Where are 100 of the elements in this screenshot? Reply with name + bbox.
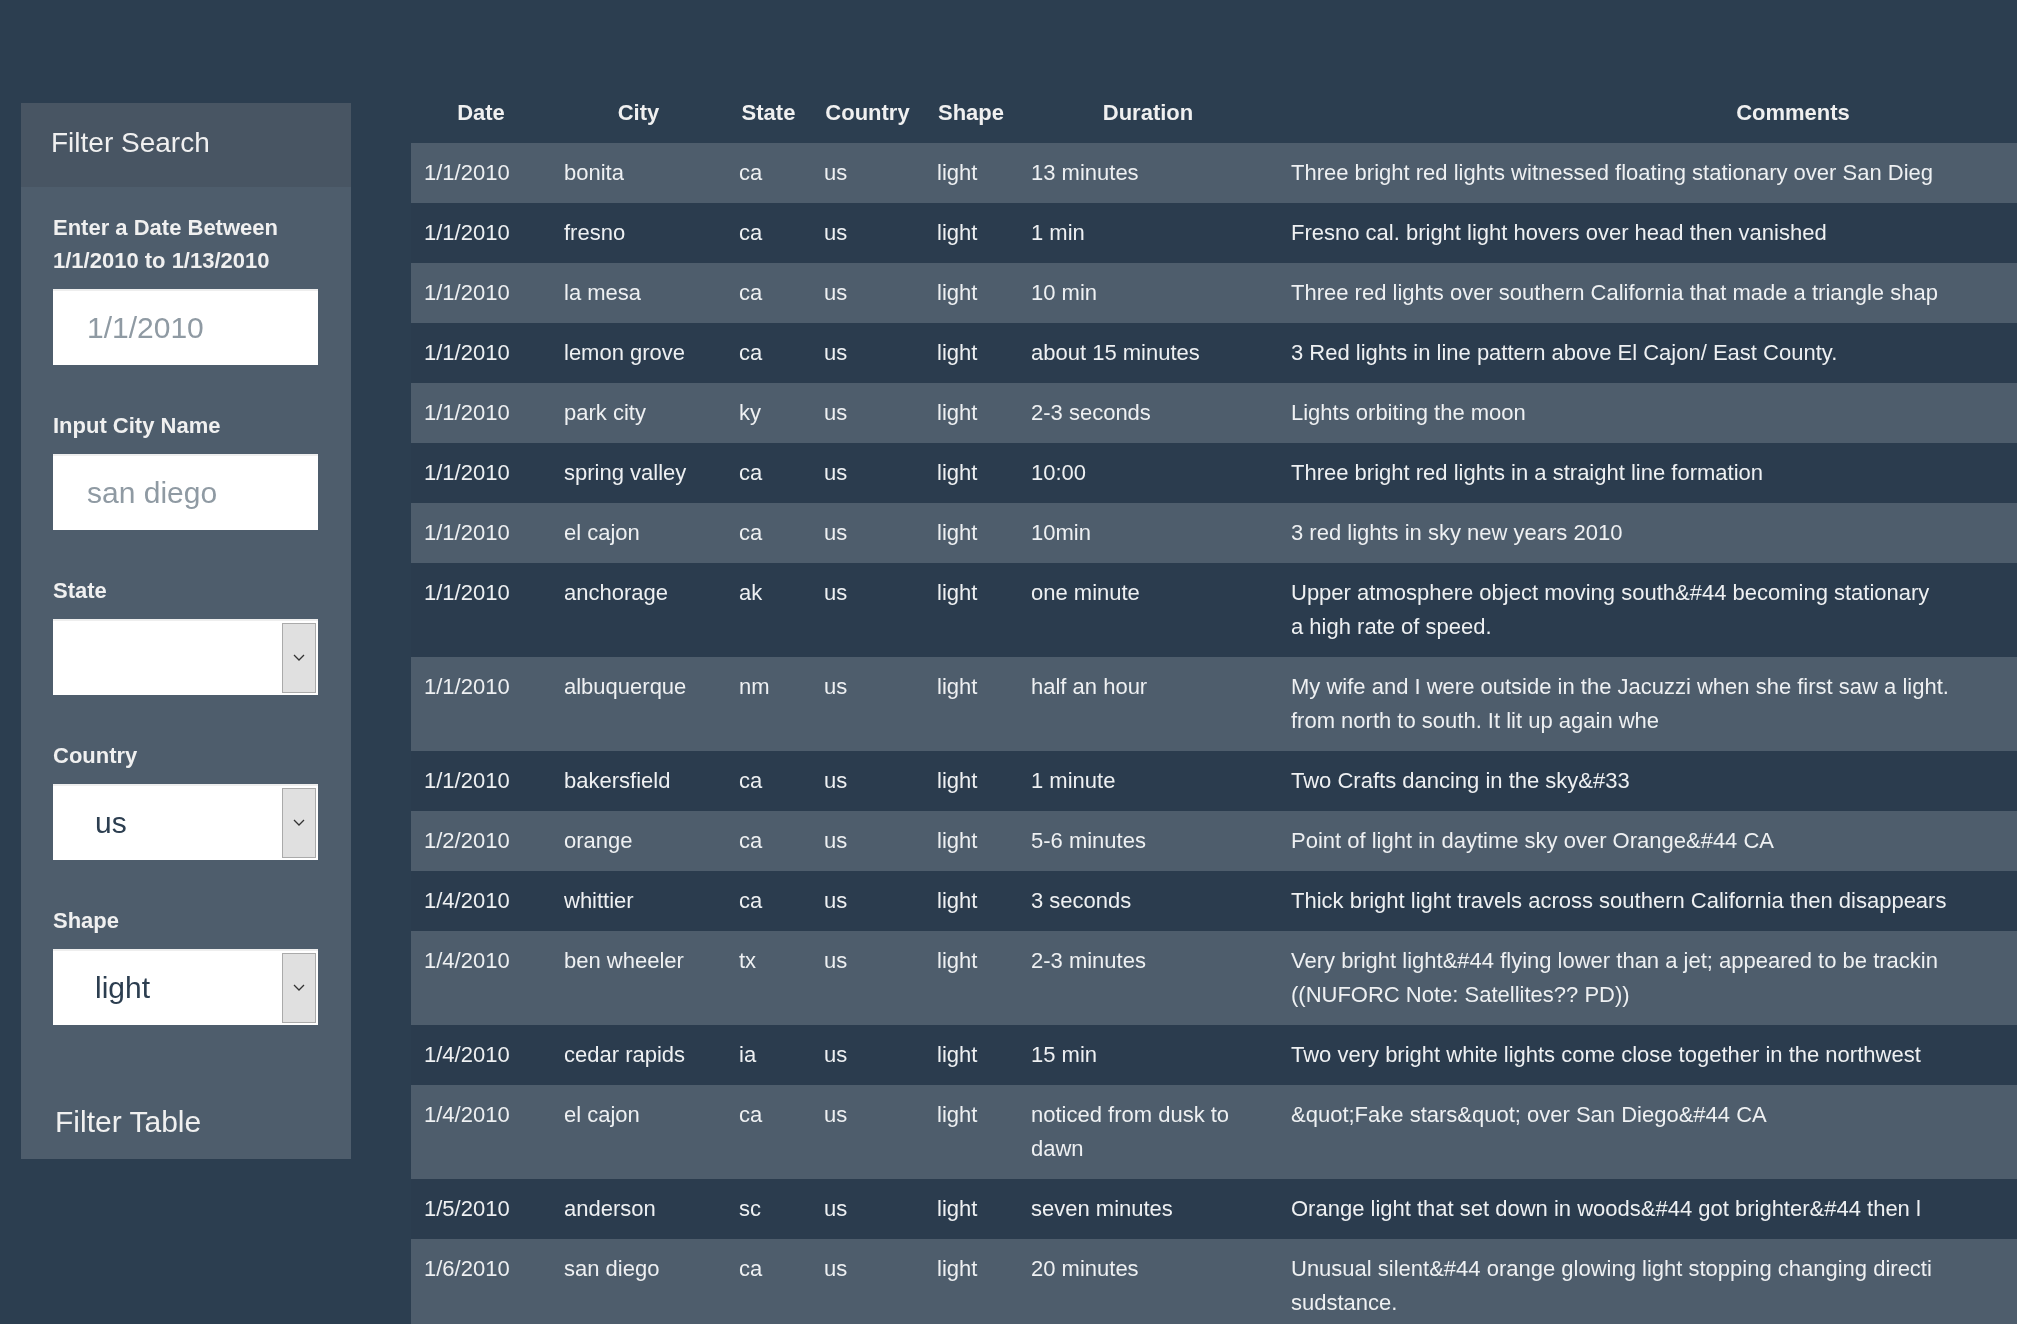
input-field[interactable]: san diego [53, 454, 318, 530]
state-cell-text: ak [738, 579, 763, 607]
filter-table-button[interactable]: Filter Table [21, 1105, 236, 1139]
shape-cell-text: light [936, 1041, 978, 1069]
duration-cell-text: 13 minutes [1030, 159, 1139, 187]
state-cell-text: ca [738, 159, 763, 187]
duration-cell-text: one minute [1030, 579, 1140, 607]
country-cell-text: us [823, 1101, 848, 1129]
comment-cell-text: Thick bright light travels across southern California then disappears [1290, 887, 1947, 915]
shape-cell-text: light [936, 579, 978, 607]
shape-cell-text: light [936, 459, 978, 487]
date-cell-text: 1/6/2010 [423, 1255, 510, 1283]
country-cell-text: us [823, 827, 848, 855]
comment-cell-text: Unusual silent&#44 orange glowing light stopping changing directi sudstance. [1290, 1255, 1932, 1317]
column-header: Shape [937, 99, 1005, 126]
date-cell-text: 1/1/2010 [423, 673, 510, 701]
city-cell-text: cedar rapids [563, 1041, 686, 1069]
field-label: Input City Name [53, 412, 222, 440]
city-cell-text: ben wheeler [563, 947, 684, 975]
country-cell-text: us [823, 1255, 848, 1283]
country-cell-text: us [823, 219, 848, 247]
duration-cell-text: half an hour [1030, 673, 1148, 701]
date-cell-text: 1/5/2010 [423, 1195, 510, 1223]
shape-cell-text: light [936, 1101, 978, 1129]
date-cell-text: 1/1/2010 [423, 339, 510, 367]
city-cell-text: el cajon [563, 1101, 640, 1129]
shape-cell-text: light [936, 673, 978, 701]
shape-cell-text: light [936, 399, 978, 427]
comment-cell-text: &quot;Fake stars&quot; over San Diego&#44 CA [1290, 1101, 1767, 1129]
duration-cell-text: 20 minutes [1030, 1255, 1139, 1283]
comment-cell-text: Orange light that set down in woods&#44 got brighter&#44 then l [1290, 1195, 1921, 1223]
select-field[interactable]: light [53, 949, 318, 1025]
shape-cell-text: light [936, 887, 978, 915]
state-cell-text: ca [738, 1255, 763, 1283]
shape-cell-text: light [936, 1195, 978, 1223]
comment-cell-text: My wife and I were outside in the Jacuzzi when she first saw a light. from north to south. It lit up again whe [1290, 673, 1949, 735]
comment-cell-text: Upper atmosphere object moving south&#44 becoming stationary a high rate of speed. [1290, 579, 1930, 641]
city-cell-text: bakersfield [563, 767, 671, 795]
duration-cell-text: 3 seconds [1030, 887, 1132, 915]
duration-cell-text: 5-6 minutes [1030, 827, 1146, 855]
select-field[interactable] [53, 619, 318, 695]
date-cell-text: 1/1/2010 [423, 219, 510, 247]
column-header: Date [456, 99, 506, 126]
shape-cell-text: light [936, 1255, 978, 1283]
date-cell-text: 1/4/2010 [423, 947, 510, 975]
date-cell-text: 1/1/2010 [423, 519, 510, 547]
comment-cell-text: Lights orbiting the moon [1290, 399, 1526, 427]
shape-cell-text: light [936, 519, 978, 547]
duration-cell-text: seven minutes [1030, 1195, 1173, 1223]
duration-cell-text: 2-3 minutes [1030, 947, 1146, 975]
city-cell-text: park city [563, 399, 646, 427]
state-cell-text: nm [738, 673, 770, 701]
column-header: Country [824, 99, 911, 126]
comment-cell-text: Three red lights over southern California that made a triangle shap [1290, 279, 1938, 307]
city-cell-text: la mesa [563, 279, 642, 307]
date-cell-text: 1/4/2010 [423, 1101, 510, 1129]
state-cell-text: sc [738, 1195, 761, 1223]
state-cell-text: ca [738, 459, 763, 487]
field-label: Country [53, 742, 139, 770]
country-cell-text: us [823, 1195, 848, 1223]
caret-icon [282, 623, 316, 693]
duration-cell-text: 1 minute [1030, 767, 1116, 795]
column-header: City [616, 99, 661, 126]
city-cell-text: anderson [563, 1195, 656, 1223]
field-label: Enter a Date Between 1/1/2010 to 1/13/2010 [53, 214, 279, 275]
country-cell-text: us [823, 159, 848, 187]
state-cell-text: ca [738, 279, 763, 307]
caret-icon [282, 953, 316, 1023]
duration-cell-text: 15 min [1030, 1041, 1098, 1069]
comment-cell-text: 3 red lights in sky new years 2010 [1290, 519, 1623, 547]
state-cell-text: tx [738, 947, 757, 975]
duration-cell-text: 2-3 seconds [1030, 399, 1151, 427]
shape-cell-text: light [936, 279, 978, 307]
date-cell-text: 1/2/2010 [423, 827, 510, 855]
comment-cell-text: 3 Red lights in line pattern above El Cajon/ East County. [1290, 339, 1838, 367]
duration-cell-text: 1 min [1030, 219, 1085, 247]
country-cell-text: us [823, 339, 848, 367]
input-field[interactable]: 1/1/2010 [53, 289, 318, 365]
state-cell-text: ca [738, 1101, 763, 1129]
caret-icon [282, 788, 316, 858]
city-cell-text: albuquerque [563, 673, 687, 701]
country-cell-text: us [823, 947, 848, 975]
state-cell-text: ca [738, 519, 763, 547]
country-cell-text: us [823, 887, 848, 915]
date-cell-text: 1/1/2010 [423, 767, 510, 795]
city-cell-text: fresno [563, 219, 626, 247]
state-cell-text: ca [738, 827, 763, 855]
comment-cell-text: Fresno cal. bright light hovers over head then vanished [1290, 219, 1827, 247]
date-cell-text: 1/1/2010 [423, 579, 510, 607]
date-cell-text: 1/1/2010 [423, 279, 510, 307]
city-cell-text: anchorage [563, 579, 668, 607]
city-cell-text: bonita [563, 159, 624, 187]
select-field[interactable]: us [53, 784, 318, 860]
duration-cell-text: 10min [1030, 519, 1091, 547]
shape-cell-text: light [936, 159, 978, 187]
country-cell-text: us [823, 279, 848, 307]
comment-cell-text: Two Crafts dancing in the sky&#33 [1290, 767, 1630, 795]
country-cell-text: us [823, 673, 848, 701]
state-cell-text: ky [738, 399, 761, 427]
city-cell-text: el cajon [563, 519, 640, 547]
